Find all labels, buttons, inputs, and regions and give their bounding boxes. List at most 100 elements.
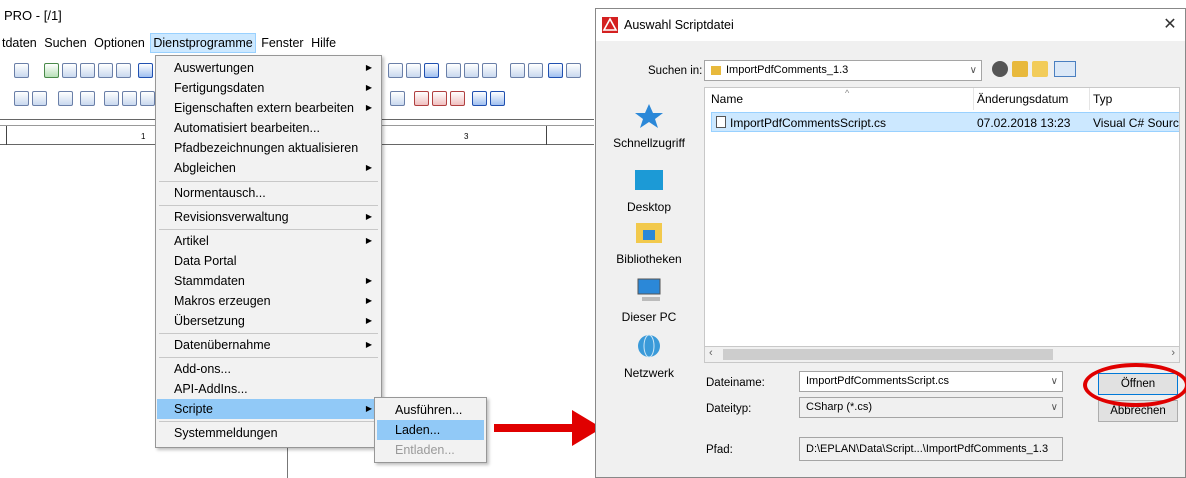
file-name: ImportPdfCommentsScript.cs bbox=[730, 116, 887, 130]
filetype-value: CSharp (*.cs) bbox=[806, 401, 873, 413]
star-icon bbox=[635, 104, 663, 128]
frame-2-icon[interactable] bbox=[122, 91, 137, 106]
menu-item-datenuebernahme[interactable]: Datenübernahme ▶ bbox=[157, 335, 380, 355]
submenu-arrow-icon: ▶ bbox=[365, 236, 372, 245]
back-icon[interactable] bbox=[992, 61, 1008, 77]
menu-item-normentausch[interactable]: Normentausch... bbox=[157, 183, 380, 203]
menu-dienstprogramme[interactable]: Dienstprogramme bbox=[150, 33, 256, 53]
chevron-down-icon: ∨ bbox=[969, 65, 977, 76]
menu-item-auswertungen[interactable]: Auswertungen ▶ bbox=[157, 58, 380, 78]
table-3-icon[interactable] bbox=[482, 63, 497, 78]
filename-label: Dateiname: bbox=[706, 377, 765, 389]
menu-fenster[interactable]: Fenster bbox=[259, 33, 305, 53]
cable-icon[interactable] bbox=[472, 91, 487, 106]
bus-icon[interactable] bbox=[414, 91, 429, 106]
connect-icon[interactable] bbox=[388, 63, 403, 78]
scroll-right-icon[interactable]: › bbox=[1171, 347, 1175, 359]
submenu-arrow-icon: ▶ bbox=[365, 316, 372, 325]
submenu-item-laden[interactable]: Laden... bbox=[377, 420, 484, 440]
column-header-name[interactable]: Name bbox=[711, 92, 743, 106]
up-folder-icon[interactable] bbox=[1012, 61, 1028, 77]
red-arrow-annotation bbox=[494, 410, 602, 446]
table-icon[interactable] bbox=[446, 63, 461, 78]
file-date: 07.02.2018 13:23 bbox=[977, 116, 1071, 130]
menu-item-abgleichen[interactable]: Abgleichen ▶ bbox=[157, 158, 380, 178]
menu-suchen[interactable]: Suchen bbox=[42, 33, 88, 53]
column-header-type[interactable]: Typ bbox=[1093, 92, 1112, 106]
menu-separator bbox=[159, 181, 378, 182]
cart-icon[interactable] bbox=[548, 63, 563, 78]
menu-hilfe[interactable]: Hilfe bbox=[309, 33, 338, 53]
line-icon[interactable] bbox=[424, 63, 439, 78]
menu-separator bbox=[159, 205, 378, 206]
page-icon[interactable] bbox=[14, 91, 29, 106]
menu-item-eigenschaften-extern[interactable]: Eigenschaften extern bearbeiten ▶ bbox=[157, 98, 380, 118]
submenu-arrow-icon: ▶ bbox=[365, 276, 372, 285]
menu-item-stammdaten[interactable]: Stammdaten ▶ bbox=[157, 271, 380, 291]
submenu-item-ausfuehren[interactable]: Ausführen... bbox=[377, 400, 484, 420]
place-bibliotheken[interactable]: Bibliotheken bbox=[598, 219, 700, 266]
new-folder-icon[interactable] bbox=[1032, 61, 1048, 77]
place-netzwerk[interactable]: Netzwerk bbox=[598, 333, 700, 380]
file-row[interactable]: ImportPdfCommentsScript.cs 07.02.2018 13… bbox=[711, 112, 1179, 132]
text-icon[interactable] bbox=[566, 63, 581, 78]
place-schnellzugriff[interactable]: Schnellzugriff bbox=[598, 103, 700, 150]
cross-icon[interactable] bbox=[432, 91, 447, 106]
folder-icon bbox=[711, 65, 721, 75]
refresh-icon[interactable] bbox=[44, 63, 59, 78]
menu-daten[interactable]: tdaten bbox=[0, 33, 39, 53]
horizontal-scrollbar[interactable]: ‹ › bbox=[704, 346, 1180, 363]
chevron-down-icon: ∨ bbox=[1050, 402, 1058, 413]
zoom-out-icon[interactable] bbox=[98, 63, 113, 78]
computer-icon bbox=[637, 278, 661, 301]
shield-icon[interactable] bbox=[490, 91, 505, 106]
symbol-icon[interactable] bbox=[80, 91, 95, 106]
scroll-left-icon[interactable]: ‹ bbox=[709, 347, 713, 359]
view-menu-icon[interactable] bbox=[1054, 61, 1076, 77]
plc-icon[interactable] bbox=[528, 63, 543, 78]
menu-item-automatisiert-bearbeiten[interactable]: Automatisiert bearbeiten... bbox=[157, 118, 380, 138]
script-file-dialog: Auswahl Scriptdatei ✕ Suchen in: ImportP… bbox=[595, 8, 1186, 478]
menu-item-scripte[interactable]: Scripte ▶ bbox=[157, 399, 380, 419]
page-2-icon[interactable] bbox=[32, 91, 47, 106]
terminal-icon[interactable] bbox=[510, 63, 525, 78]
frame-3-icon[interactable] bbox=[140, 91, 155, 106]
frame-icon[interactable] bbox=[104, 91, 119, 106]
look-in-combo[interactable]: ImportPdfComments_1.3 ∨ bbox=[704, 60, 982, 81]
zoom-in-icon[interactable] bbox=[80, 63, 95, 78]
close-icon[interactable]: ✕ bbox=[1158, 13, 1182, 37]
box-icon[interactable] bbox=[406, 63, 421, 78]
menu-item-makros-erzeugen[interactable]: Makros erzeugen ▶ bbox=[157, 291, 380, 311]
menu-item-fertigungsdaten[interactable]: Fertigungsdaten ▶ bbox=[157, 78, 380, 98]
menu-item-systemmeldungen[interactable]: Systemmeldungen bbox=[157, 423, 380, 443]
window-icon[interactable] bbox=[14, 63, 29, 78]
potential-icon[interactable] bbox=[450, 91, 465, 106]
back-icon[interactable] bbox=[138, 63, 153, 78]
zoom-icon[interactable] bbox=[62, 63, 77, 78]
cs-file-icon bbox=[716, 116, 726, 128]
triangle-icon[interactable] bbox=[390, 91, 405, 106]
menu-item-pfadbezeichnungen[interactable]: Pfadbezeichnungen aktualisieren bbox=[157, 138, 380, 158]
look-in-value: ImportPdfComments_1.3 bbox=[726, 64, 849, 76]
filename-combo[interactable]: ImportPdfCommentsScript.cs ∨ bbox=[799, 371, 1063, 392]
submenu-arrow-icon: ▶ bbox=[365, 163, 372, 172]
menu-optionen[interactable]: Optionen bbox=[92, 33, 147, 53]
menu-item-artikel[interactable]: Artikel ▶ bbox=[157, 231, 380, 251]
chevron-down-icon: ∨ bbox=[1050, 376, 1058, 387]
filetype-select[interactable]: CSharp (*.cs) ∨ bbox=[799, 397, 1063, 418]
menu-item-revisionsverwaltung[interactable]: Revisionsverwaltung ▶ bbox=[157, 207, 380, 227]
table-2-icon[interactable] bbox=[464, 63, 479, 78]
submenu-arrow-icon: ▶ bbox=[365, 63, 372, 72]
look-in-label: Suchen in: bbox=[648, 65, 703, 77]
menu-item-data-portal[interactable]: Data Portal bbox=[157, 251, 380, 271]
menu-item-api-addins[interactable]: API-AddIns... bbox=[157, 379, 380, 399]
menu-item-uebersetzung[interactable]: Übersetzung ▶ bbox=[157, 311, 380, 331]
grid-icon[interactable] bbox=[58, 91, 73, 106]
column-header-date[interactable]: Änderungsdatum bbox=[977, 92, 1068, 106]
place-desktop[interactable]: Desktop bbox=[598, 167, 700, 214]
place-dieser-pc[interactable]: Dieser PC bbox=[598, 277, 700, 324]
scroll-thumb[interactable] bbox=[723, 349, 1053, 360]
menu-item-add-ons[interactable]: Add-ons... bbox=[157, 359, 380, 379]
zoom-window-icon[interactable] bbox=[116, 63, 131, 78]
desktop-icon bbox=[635, 170, 663, 190]
